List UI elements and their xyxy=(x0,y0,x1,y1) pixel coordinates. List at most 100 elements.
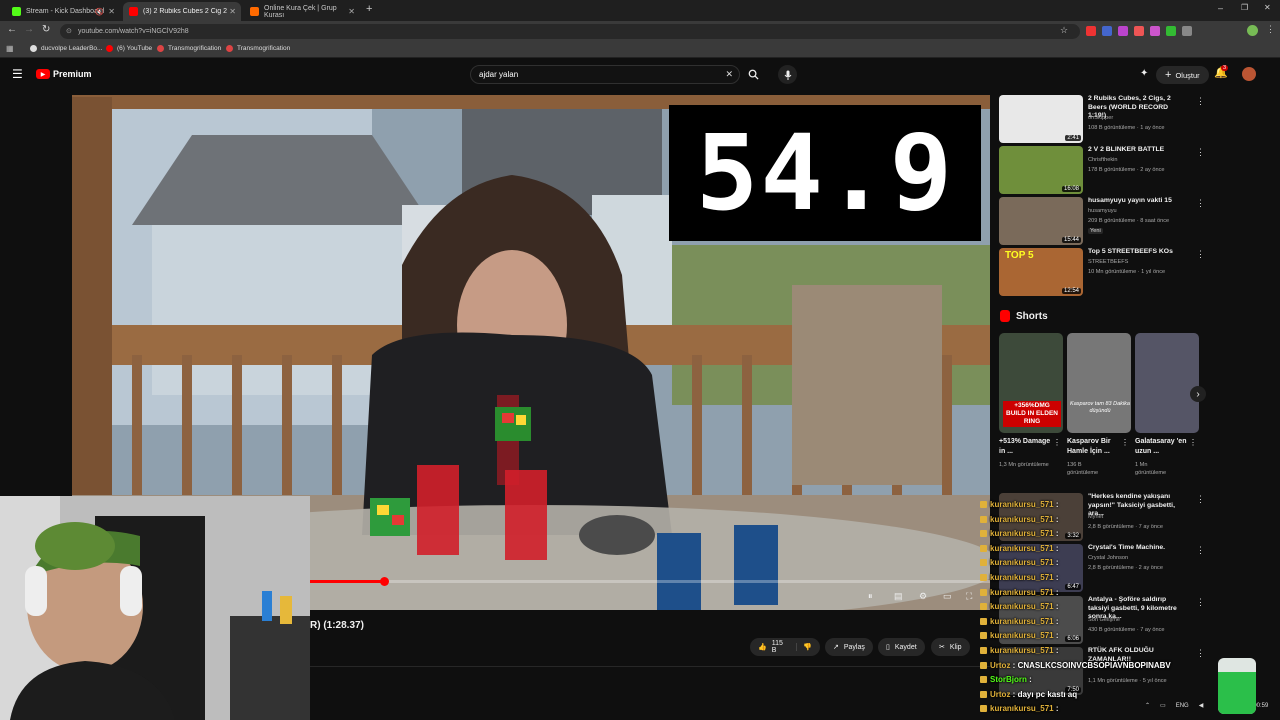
chat-separator: : xyxy=(1010,660,1018,670)
apps-grid-icon[interactable]: ▦ xyxy=(6,44,14,53)
recommended-video[interactable]: 2:41 2 Rubiks Cubes, 2 Cigs, 2 Beers (WO… xyxy=(999,95,1199,143)
search-input[interactable]: ajdar yalan ✕ xyxy=(470,65,740,84)
fullscreen-icon[interactable]: ⛶ xyxy=(966,591,972,602)
extension-icon[interactable] xyxy=(1102,26,1112,36)
close-window-icon[interactable]: ✕ xyxy=(1264,3,1271,12)
chat-username[interactable]: kuranıkursu_571 xyxy=(990,558,1054,567)
settings-gear-icon[interactable]: ⚙ xyxy=(919,591,927,602)
theater-mode-icon[interactable]: ▭ xyxy=(943,591,952,602)
stream-widget-jar xyxy=(1218,658,1256,714)
more-options-icon[interactable]: ⋮ xyxy=(1196,147,1205,158)
extension-icon[interactable] xyxy=(1118,26,1128,36)
close-tab-icon[interactable]: ✕ xyxy=(229,7,236,16)
tab-kick-dashboard[interactable]: Stream - Kick Dashboard 🔇 ✕ xyxy=(6,2,120,21)
short-thumbnail[interactable] xyxy=(1135,333,1199,433)
chat-username[interactable]: StorBjorn xyxy=(990,675,1027,684)
bookmark-item[interactable]: Transmogrification xyxy=(157,45,221,52)
account-avatar[interactable] xyxy=(1242,67,1256,81)
chat-username[interactable]: kuranıkursu_571 xyxy=(990,529,1054,538)
minimize-icon[interactable]: – xyxy=(1218,3,1223,13)
chat-username[interactable]: kuranıkursu_571 xyxy=(990,602,1054,611)
chevron-up-icon[interactable]: ⌃ xyxy=(1145,702,1150,709)
chat-username[interactable]: Urtoz xyxy=(990,661,1010,670)
extension-icon[interactable] xyxy=(1086,26,1096,36)
channel-name: husamyuyu xyxy=(1088,208,1117,214)
next-shorts-chevron-icon[interactable]: › xyxy=(1190,386,1206,402)
close-tab-icon[interactable]: ✕ xyxy=(108,7,115,16)
dislike-icon[interactable]: 👎 xyxy=(796,643,812,651)
chat-username[interactable]: kuranıkursu_571 xyxy=(990,515,1054,524)
chat-username[interactable]: kuranıkursu_571 xyxy=(990,646,1054,655)
youtube-logo[interactable]: ▶ Premium xyxy=(36,69,92,79)
short-title[interactable]: +513% Damage in ... xyxy=(999,437,1055,457)
maximize-icon[interactable]: ❐ xyxy=(1241,3,1248,12)
cast-icon[interactable]: ✦ xyxy=(1140,68,1148,79)
bookmark-item[interactable]: (6) YouTube xyxy=(106,45,152,52)
close-tab-icon[interactable]: ✕ xyxy=(348,7,355,16)
more-options-icon[interactable]: ⋮ xyxy=(1196,249,1205,260)
chat-username[interactable]: kuranıkursu_571 xyxy=(990,704,1054,713)
share-button[interactable]: ↗ Paylaş xyxy=(825,638,873,656)
subtitles-icon[interactable]: ▤ xyxy=(894,591,903,602)
new-badge: Yeni xyxy=(1088,228,1103,234)
more-options-icon[interactable]: ⋮ xyxy=(1196,545,1205,556)
chat-username[interactable]: kuranıkursu_571 xyxy=(990,573,1054,582)
puzzle-icon[interactable] xyxy=(1182,26,1192,36)
share-label: Paylaş xyxy=(843,643,865,651)
forward-icon[interactable]: → xyxy=(24,24,34,35)
chat-username[interactable]: kuranıkursu_571 xyxy=(990,544,1054,553)
speaker-icon[interactable]: ◀ xyxy=(1199,702,1204,709)
short-title[interactable]: Galatasaray 'en uzun ... xyxy=(1135,437,1191,457)
bookmark-label: Transmogrification xyxy=(237,45,291,52)
recommended-video[interactable]: 15:44 husamyuyu yayın vakti 15 husamyuyu… xyxy=(999,197,1199,245)
more-options-icon[interactable]: ⋮ xyxy=(1196,494,1205,505)
extension-icon[interactable] xyxy=(1134,26,1144,36)
extension-icon[interactable] xyxy=(1150,26,1160,36)
more-options-icon[interactable]: ⋮ xyxy=(1196,198,1205,209)
network-icon[interactable]: ▭ xyxy=(1160,702,1166,709)
hamburger-menu-icon[interactable]: ☰ xyxy=(12,67,23,81)
chat-username[interactable]: kuranıkursu_571 xyxy=(990,588,1054,597)
voice-search-button[interactable] xyxy=(778,65,797,84)
browser-menu-icon[interactable]: ⋮ xyxy=(1266,24,1275,35)
channel-name: Mynet xyxy=(1088,514,1104,520)
tab-youtube-video[interactable]: (3) 2 Rubiks Cubes 2 Cig 2 Beer ✕ xyxy=(123,2,241,21)
extension-icon[interactable] xyxy=(1166,26,1176,36)
more-options-icon[interactable]: ⋮ xyxy=(1196,597,1205,608)
more-options-icon[interactable]: ⋮ xyxy=(1196,96,1205,107)
more-options-icon[interactable]: ⋮ xyxy=(1189,438,1197,447)
tab-online-kura[interactable]: Online Kura Çek | Grup Kurası ✕ xyxy=(244,2,360,21)
more-options-icon[interactable]: ⋮ xyxy=(1053,438,1061,447)
bookmark-item[interactable]: Transmogrification xyxy=(226,45,290,52)
more-options-icon[interactable]: ⋮ xyxy=(1196,648,1205,659)
short-thumbnail[interactable]: +356%DMG BUILD IN ELDEN RING xyxy=(999,333,1063,433)
bookmark-item[interactable]: ducvolpe LeaderBo... xyxy=(30,45,102,52)
create-button[interactable]: + Oluştur xyxy=(1156,66,1209,84)
chat-username[interactable]: kuranıkursu_571 xyxy=(990,631,1054,640)
chat-username[interactable]: kuranıkursu_571 xyxy=(990,500,1054,509)
back-icon[interactable]: ← xyxy=(7,24,17,35)
recommended-video[interactable]: TOP 5 12:54 Top 5 STREETBEEFS KOs STREET… xyxy=(999,248,1199,296)
chat-message: Urtoz : dayı pc kastı aq xyxy=(980,690,1077,699)
clear-search-icon[interactable]: ✕ xyxy=(725,66,733,83)
bookmark-star-icon[interactable]: ☆ xyxy=(1060,25,1068,36)
recommended-video[interactable]: 16:08 2 V 2 BLINKER BATTLE Chrisfthekin … xyxy=(999,146,1199,194)
chat-username[interactable]: Urtoz xyxy=(990,690,1010,699)
language-indicator[interactable]: ENG xyxy=(1176,703,1189,709)
reload-icon[interactable]: ↻ xyxy=(42,24,50,35)
profile-avatar[interactable] xyxy=(1247,25,1258,36)
autoplay-toggle-icon[interactable]: ⏸ xyxy=(868,591,873,602)
clip-button[interactable]: ✂ Klip xyxy=(931,638,970,656)
short-thumbnail[interactable]: Kasparov tam 83 Dakika düşündü xyxy=(1067,333,1131,433)
url-bar[interactable]: ⊙ youtube.com/watch?v=iNGClV92h8 xyxy=(60,24,1080,39)
site-info-icon[interactable]: ⊙ xyxy=(66,24,72,39)
more-options-icon[interactable]: ⋮ xyxy=(1121,438,1129,447)
new-tab-icon[interactable]: + xyxy=(366,3,372,15)
like-icon[interactable]: 👍 xyxy=(758,643,767,651)
save-button[interactable]: ▯ Kaydet xyxy=(878,638,925,656)
mute-icon[interactable]: 🔇 xyxy=(95,8,104,16)
like-count[interactable]: 115 B xyxy=(772,640,785,654)
short-title[interactable]: Kasparov Bir Hamle İçin ... xyxy=(1067,437,1123,457)
search-button[interactable] xyxy=(741,65,765,84)
chat-username[interactable]: kuranıkursu_571 xyxy=(990,617,1054,626)
